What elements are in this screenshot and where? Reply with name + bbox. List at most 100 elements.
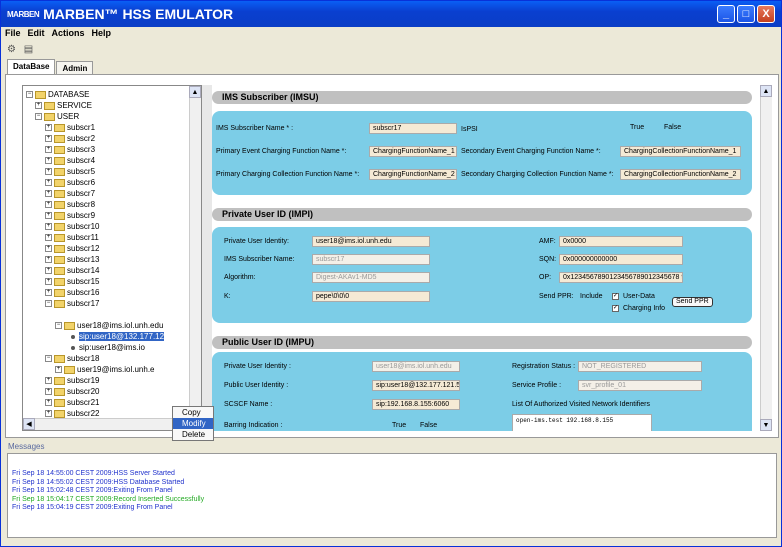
imsu-name-field[interactable]: subscr17 — [369, 123, 457, 134]
reg-status-select[interactable]: NOT_REGISTERED — [578, 361, 702, 372]
pecf-field[interactable]: ChargingFunctionName_1 — [369, 146, 457, 157]
expand-icon[interactable]: + — [45, 388, 52, 395]
expand-icon[interactable]: + — [45, 377, 52, 384]
title-bar[interactable]: MARBEN MARBEN™ HSS EMULATOR _ □ X — [1, 1, 781, 27]
tree-node-subscriber[interactable]: + subscr14 — [45, 265, 99, 276]
impu-priv-select[interactable]: user18@ims.iol.unh.edu — [372, 361, 460, 372]
secf-field[interactable]: ChargingCollectionFunctionName_1 — [620, 146, 741, 157]
scroll-up-icon[interactable]: ▲ — [760, 85, 772, 97]
charging-checkbox[interactable]: ✓ — [612, 305, 619, 312]
expand-icon[interactable]: + — [45, 399, 52, 406]
tree-node-subscriber[interactable]: + subscr2 — [45, 133, 95, 144]
pccf-field[interactable]: ChargingFunctionName_2 — [369, 169, 457, 180]
tree-node-subscriber[interactable]: + subscr12 — [45, 243, 99, 254]
scroll-down-icon[interactable]: ▼ — [760, 419, 772, 431]
expand-icon[interactable]: + — [55, 366, 62, 373]
context-copy[interactable]: Copy — [173, 407, 213, 418]
expand-icon[interactable]: + — [45, 124, 52, 131]
collapse-icon[interactable]: − — [35, 113, 42, 120]
ispsi-false-label[interactable]: False — [664, 124, 681, 131]
expand-icon[interactable]: + — [45, 168, 52, 175]
tree-node-subscriber[interactable]: + subscr9 — [45, 210, 95, 221]
tree-node-subscriber[interactable]: + subscr10 — [45, 221, 99, 232]
maximize-button[interactable]: □ — [737, 5, 755, 23]
tree-node-subscr18[interactable]: − subscr18 — [45, 353, 99, 364]
expand-icon[interactable]: + — [45, 289, 52, 296]
amf-field[interactable]: 0x0000 — [559, 236, 683, 247]
puid-field[interactable]: user18@ims.iol.unh.edu — [312, 236, 430, 247]
barring-true-label[interactable]: True — [392, 422, 406, 429]
tree-node-subscriber[interactable]: + subscr1 — [45, 122, 95, 133]
collapse-icon[interactable]: − — [45, 300, 52, 307]
collapse-icon[interactable]: − — [45, 355, 52, 362]
barring-false-label[interactable]: False — [420, 422, 437, 429]
ispsi-true-label[interactable]: True — [630, 124, 644, 131]
tree-node-database[interactable]: − DATABASE — [26, 89, 90, 100]
tree-node-subscriber[interactable]: + subscr20 — [45, 386, 99, 397]
tree-node-subscriber[interactable]: − subscr17 — [45, 298, 99, 309]
expand-icon[interactable]: + — [45, 201, 52, 208]
connect-icon[interactable]: ⚙ — [5, 43, 18, 55]
expand-icon[interactable]: + — [45, 179, 52, 186]
scroll-up-icon[interactable]: ▲ — [189, 86, 201, 98]
subname-select[interactable]: subscr17 — [312, 254, 430, 265]
tree-node-subscriber[interactable]: + subscr7 — [45, 188, 95, 199]
tree-node-subscriber[interactable]: + subscr8 — [45, 199, 95, 210]
form-vertical-scrollbar[interactable]: ▲ ▼ — [760, 85, 772, 431]
context-modify[interactable]: Modify — [173, 418, 213, 429]
menu-file[interactable]: File — [5, 28, 21, 41]
expand-icon[interactable]: + — [45, 157, 52, 164]
visited-networks-list[interactable]: open-ims.test 192.168.8.155 — [512, 414, 652, 431]
tab-database[interactable]: DataBase — [7, 59, 56, 74]
sccf-field[interactable]: ChargingCollectionFunctionName_2 — [620, 169, 741, 180]
tree-node-subscriber[interactable]: + subscr21 — [45, 397, 99, 408]
expand-icon[interactable]: + — [45, 245, 52, 252]
expand-icon[interactable]: + — [45, 223, 52, 230]
scroll-left-icon[interactable]: ◀ — [23, 418, 35, 430]
tree-node-subscriber[interactable]: + subscr11 — [45, 232, 99, 243]
tree-node-subscriber[interactable]: + subscr5 — [45, 166, 95, 177]
tree-node-service[interactable]: + SERVICE — [35, 100, 92, 111]
database-icon[interactable]: ▤ — [22, 43, 35, 55]
algorithm-select[interactable]: Digest-AKAv1-MD5 — [312, 272, 430, 283]
tree-node-subscriber[interactable]: + subscr19 — [45, 375, 99, 386]
expand-icon[interactable]: + — [45, 135, 52, 142]
tree-vertical-scrollbar[interactable]: ▲ ▼ — [189, 86, 201, 420]
tree-node-subscriber[interactable]: + subscr15 — [45, 276, 99, 287]
minimize-button[interactable]: _ — [717, 5, 735, 23]
expand-icon[interactable]: + — [45, 234, 52, 241]
impu-pub-field[interactable]: sip:user18@132.177.121.5 — [372, 380, 460, 391]
expand-icon[interactable]: + — [45, 267, 52, 274]
expand-icon[interactable]: + — [45, 256, 52, 263]
split-divider[interactable] — [202, 85, 212, 431]
expand-icon[interactable]: + — [45, 146, 52, 153]
tree-node-user[interactable]: − USER — [35, 111, 79, 122]
send-ppr-button[interactable]: Send PPR — [672, 297, 713, 307]
k-field[interactable]: pepe\0\0\0 — [312, 291, 430, 302]
expand-icon[interactable]: + — [35, 102, 42, 109]
op-field[interactable]: 0x1234567890123456789012345678 90AB — [559, 272, 683, 283]
menu-actions[interactable]: Actions — [52, 28, 85, 41]
scscf-field[interactable]: sip:192.168.8.155:6060 — [372, 399, 460, 410]
close-button[interactable]: X — [757, 5, 775, 23]
tree-node-subscriber[interactable]: + subscr4 — [45, 155, 95, 166]
menu-help[interactable]: Help — [92, 28, 112, 41]
tree-node-subscriber[interactable]: + subscr6 — [45, 177, 95, 188]
sqn-field[interactable]: 0x000000000000 — [559, 254, 683, 265]
expand-icon[interactable]: + — [45, 212, 52, 219]
tree-node-subscriber[interactable]: + subscr16 — [45, 287, 99, 298]
collapse-icon[interactable]: − — [55, 322, 62, 329]
context-delete[interactable]: Delete — [173, 429, 213, 440]
tree-node-user19[interactable]: + user19@ims.iol.unh.e — [55, 364, 155, 375]
userdata-checkbox[interactable]: ✓ — [612, 293, 619, 300]
expand-icon[interactable]: + — [45, 190, 52, 197]
tree-node-sip1[interactable]: sip:user18@132.177.12 — [67, 331, 165, 342]
menu-edit[interactable]: Edit — [28, 28, 45, 41]
tab-admin[interactable]: Admin — [56, 61, 94, 74]
tree-node-subscriber[interactable]: + subscr13 — [45, 254, 99, 265]
tree-node-user18[interactable]: − user18@ims.iol.unh.edu — [55, 320, 163, 331]
tree-node-subscriber[interactable]: + subscr3 — [45, 144, 95, 155]
tree-node-sip2[interactable]: sip:user18@ims.io — [67, 342, 145, 353]
service-profile-select[interactable]: svr_profile_01 — [578, 380, 702, 391]
collapse-icon[interactable]: − — [26, 91, 33, 98]
